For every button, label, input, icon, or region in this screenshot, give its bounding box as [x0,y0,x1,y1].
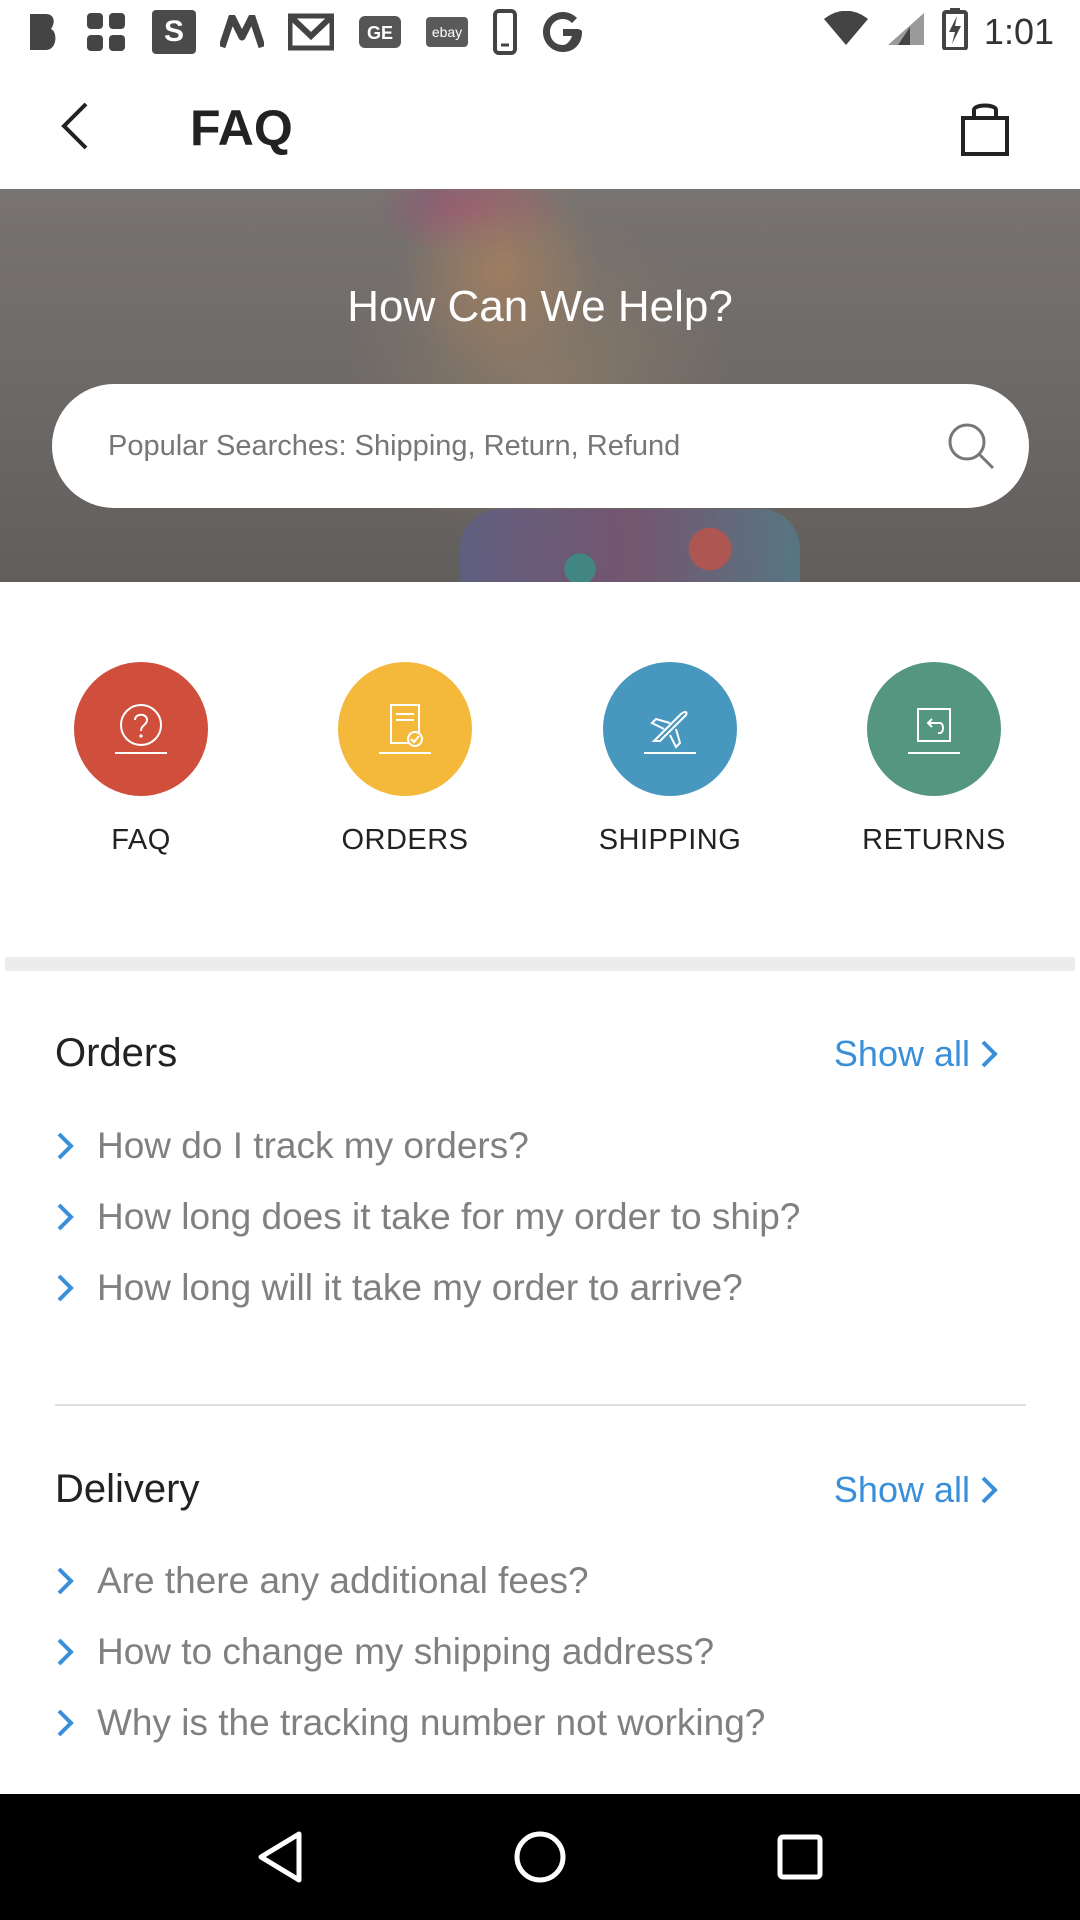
s-app-icon: S [152,9,196,54]
question-item[interactable]: Why is the tracking number not working? [55,1687,765,1758]
section-title: Orders [55,1031,178,1075]
faq-section-delivery: Delivery Show all Are there any addition… [0,1407,1080,1794]
question-text: How long does it take for my order to sh… [97,1195,801,1237]
system-navigation-bar [0,1794,1080,1920]
chevron-right-icon [55,1130,81,1162]
question-item[interactable]: How long does it take for my order to sh… [55,1181,800,1252]
section-separator [5,957,1075,971]
question-text: Are there any additional fees? [97,1559,589,1601]
clock: 1:01 [983,10,1054,52]
search-bar[interactable] [52,384,1029,508]
gmail-icon [288,10,334,54]
nav-home-button[interactable] [500,1817,580,1897]
question-text: How do I track my orders? [97,1124,529,1166]
hero-title: How Can We Help? [347,282,733,331]
status-bar: S GE ebay 1:01 [0,0,1080,63]
system-status: 1:01 [822,8,1054,55]
app-bar: FAQ [0,63,1080,189]
hero-banner: How Can We Help? [0,189,1080,582]
svg-text:GE: GE [367,23,393,43]
search-input[interactable] [108,429,943,463]
question-item[interactable]: Are there any additional fees? [55,1545,765,1616]
category-faq[interactable]: FAQ [21,662,261,857]
category-label: ORDERS [341,824,469,856]
dropbox-icon [84,10,128,54]
square-recents-icon [777,1834,823,1880]
ebay-icon: ebay [426,10,468,54]
show-all-link[interactable]: Show all [834,1033,1000,1075]
ge-icon: GE [358,10,402,54]
search-icon[interactable] [943,418,999,474]
show-all-link[interactable]: Show all [834,1469,1000,1511]
wifi-icon [822,10,870,52]
phone-icon [492,8,518,55]
nav-recents-button[interactable] [760,1817,840,1897]
google-icon [542,10,584,54]
question-item[interactable]: How to change my shipping address? [55,1616,765,1687]
b-app-icon [26,10,60,54]
category-label: SHIPPING [598,824,742,856]
chevron-right-icon [55,1272,81,1304]
chevron-right-icon [981,1476,998,1504]
category-returns[interactable]: RETURNS [814,662,1054,857]
signal-icon [886,11,926,52]
question-text: Why is the tracking number not working? [97,1701,766,1743]
chevron-right-icon [981,1040,998,1068]
category-row: FAQ ORDERS SHIPPING RETURNS [0,582,1080,957]
category-label: RETURNS [862,824,1006,856]
back-arrow-icon [61,102,88,150]
chevron-right-icon [55,1565,81,1597]
section-title: Delivery [55,1467,200,1511]
faq-section-orders: Orders Show all How do I track my orders… [0,971,1080,1407]
page-title: FAQ [190,100,293,156]
battery-icon [941,8,968,55]
order-document-icon [338,662,472,796]
circle-home-icon [514,1831,566,1883]
question-list: Are there any additional fees? How to ch… [55,1545,765,1758]
question-item[interactable]: How long will it take my order to arrive… [55,1252,800,1323]
triangle-back-icon [258,1831,302,1883]
chevron-right-icon [55,1636,81,1668]
question-text: How to change my shipping address? [97,1630,715,1672]
chevron-right-icon [55,1201,81,1233]
notification-icons: S GE ebay [26,8,584,55]
nav-back-button[interactable] [240,1817,320,1897]
category-shipping[interactable]: SHIPPING [550,662,790,857]
question-text: How long will it take my order to arrive… [97,1266,743,1308]
question-icon [74,662,208,796]
back-button[interactable] [44,93,104,159]
shopping-bag-icon [961,103,1009,156]
shopping-bag-button[interactable] [950,93,1020,163]
section-divider [55,1404,1026,1406]
return-box-icon [867,662,1001,796]
question-item[interactable]: How do I track my orders? [55,1110,800,1181]
airplane-icon [603,662,737,796]
category-orders[interactable]: ORDERS [285,662,525,857]
category-label: FAQ [111,824,171,856]
show-all-label: Show all [833,1469,970,1510]
show-all-label: Show all [833,1033,970,1074]
m-app-icon [220,10,264,54]
question-list: How do I track my orders? How long does … [55,1110,800,1323]
chevron-right-icon [55,1707,81,1739]
